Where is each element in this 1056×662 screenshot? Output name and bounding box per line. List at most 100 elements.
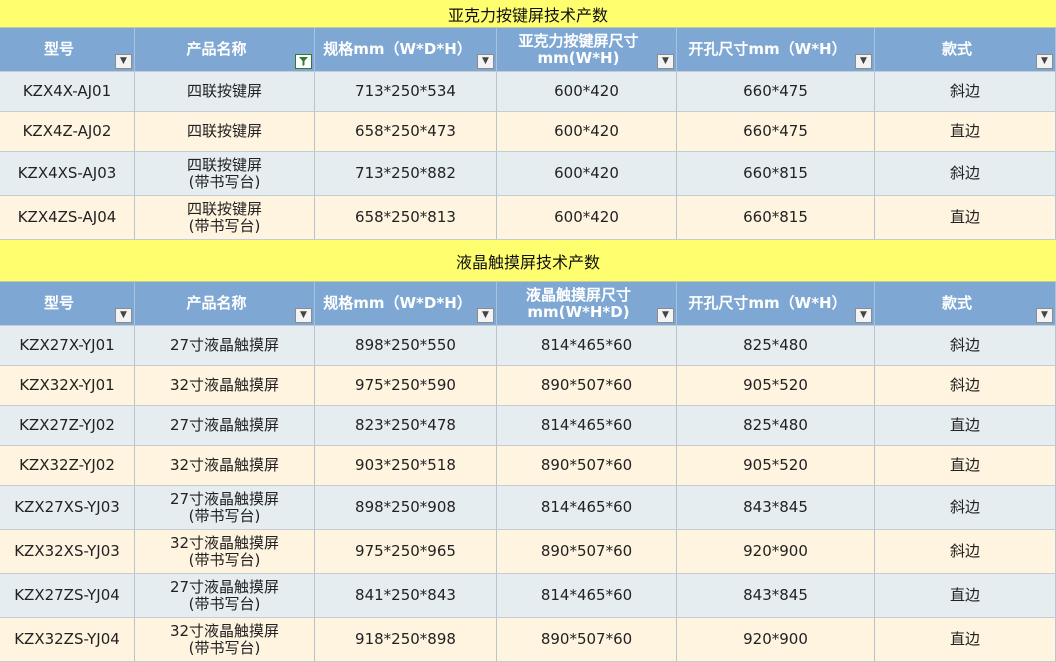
cell-style[interactable]: 斜边 [875, 326, 1056, 366]
filter-dropdown-icon[interactable]: ▼ [295, 308, 312, 323]
cell-spec[interactable]: 658*250*473 [315, 112, 497, 152]
cell-style[interactable]: 斜边 [875, 72, 1056, 112]
cell-style[interactable]: 直边 [875, 446, 1056, 486]
cell-product-name[interactable]: 27寸液晶触摸屏 [135, 326, 315, 366]
section-title-acrylic[interactable]: 亚克力按键屏技术产数 [0, 0, 1056, 28]
cell-model[interactable]: KZX4ZS-AJ04 [0, 196, 135, 240]
cell-style[interactable]: 斜边 [875, 152, 1056, 196]
cell-hole-size[interactable]: 843*845 [677, 486, 875, 530]
cell-spec[interactable]: 918*250*898 [315, 618, 497, 662]
cell-hole-size[interactable]: 905*520 [677, 446, 875, 486]
cell-model[interactable]: KZX4X-AJ01 [0, 72, 135, 112]
filter-dropdown-icon[interactable]: ▼ [855, 308, 872, 323]
cell-screen-size[interactable]: 814*465*60 [497, 574, 677, 618]
filter-dropdown-icon[interactable]: ▼ [1036, 308, 1053, 323]
cell-product-name[interactable]: 27寸液晶触摸屏 (带书写台) [135, 486, 315, 530]
header-style[interactable]: 款式 ▼ [875, 28, 1056, 72]
cell-style[interactable]: 直边 [875, 112, 1056, 152]
cell-style[interactable]: 直边 [875, 196, 1056, 240]
cell-model[interactable]: KZX32XS-YJ03 [0, 530, 135, 574]
filter-dropdown-icon[interactable]: ▼ [115, 54, 132, 69]
section-title-lcd[interactable]: 液晶触摸屏技术产数 [0, 240, 1056, 282]
cell-model[interactable]: KZX32X-YJ01 [0, 366, 135, 406]
cell-screen-size[interactable]: 600*420 [497, 196, 677, 240]
cell-screen-size[interactable]: 600*420 [497, 152, 677, 196]
header-spec[interactable]: 规格mm（W*D*H） ▼ [315, 282, 497, 326]
cell-screen-size[interactable]: 814*465*60 [497, 406, 677, 446]
cell-product-name[interactable]: 四联按键屏 (带书写台) [135, 152, 315, 196]
filter-dropdown-icon[interactable]: ▼ [657, 54, 674, 69]
cell-spec[interactable]: 903*250*518 [315, 446, 497, 486]
header-hole-size[interactable]: 开孔尺寸mm（W*H） ▼ [677, 282, 875, 326]
filter-dropdown-icon[interactable]: ▼ [1036, 54, 1053, 69]
header-screen-size[interactable]: 亚克力按键屏尺寸 mm(W*H) ▼ [497, 28, 677, 72]
cell-spec[interactable]: 975*250*590 [315, 366, 497, 406]
cell-hole-size[interactable]: 920*900 [677, 530, 875, 574]
filter-active-icon[interactable] [295, 54, 312, 69]
rows-acrylic: KZX4X-AJ01 四联按键屏 713*250*534 600*420 660*475… [0, 72, 1056, 240]
header-style[interactable]: 款式 ▼ [875, 282, 1056, 326]
cell-spec[interactable]: 823*250*478 [315, 406, 497, 446]
table-row: KZX27Z-YJ02 27寸液晶触摸屏 823*250*478 814*465*60… [0, 406, 1056, 446]
cell-style[interactable]: 直边 [875, 574, 1056, 618]
header-model[interactable]: 型号 ▼ [0, 282, 135, 326]
header-hole-size[interactable]: 开孔尺寸mm（W*H） ▼ [677, 28, 875, 72]
cell-model[interactable]: KZX4XS-AJ03 [0, 152, 135, 196]
cell-product-name[interactable]: 四联按键屏 [135, 112, 315, 152]
cell-hole-size[interactable]: 825*480 [677, 406, 875, 446]
cell-hole-size[interactable]: 905*520 [677, 366, 875, 406]
cell-style[interactable]: 斜边 [875, 366, 1056, 406]
cell-hole-size[interactable]: 660*475 [677, 72, 875, 112]
cell-screen-size[interactable]: 814*465*60 [497, 326, 677, 366]
cell-spec[interactable]: 975*250*965 [315, 530, 497, 574]
cell-product-name[interactable]: 四联按键屏 [135, 72, 315, 112]
cell-product-name[interactable]: 27寸液晶触摸屏 (带书写台) [135, 574, 315, 618]
cell-product-name[interactable]: 四联按键屏 (带书写台) [135, 196, 315, 240]
cell-spec[interactable]: 658*250*813 [315, 196, 497, 240]
filter-dropdown-icon[interactable]: ▼ [855, 54, 872, 69]
cell-spec[interactable]: 713*250*882 [315, 152, 497, 196]
cell-style[interactable]: 斜边 [875, 530, 1056, 574]
header-product-name[interactable]: 产品名称 ▼ [135, 282, 315, 326]
header-product-name[interactable]: 产品名称 [135, 28, 315, 72]
cell-screen-size[interactable]: 890*507*60 [497, 366, 677, 406]
cell-product-name[interactable]: 32寸液晶触摸屏 [135, 446, 315, 486]
cell-style[interactable]: 直边 [875, 406, 1056, 446]
cell-product-name[interactable]: 32寸液晶触摸屏 (带书写台) [135, 618, 315, 662]
cell-spec[interactable]: 713*250*534 [315, 72, 497, 112]
cell-screen-size[interactable]: 600*420 [497, 112, 677, 152]
header-model[interactable]: 型号 ▼ [0, 28, 135, 72]
cell-product-name[interactable]: 32寸液晶触摸屏 [135, 366, 315, 406]
filter-dropdown-icon[interactable]: ▼ [477, 308, 494, 323]
cell-spec[interactable]: 898*250*908 [315, 486, 497, 530]
cell-hole-size[interactable]: 920*900 [677, 618, 875, 662]
cell-hole-size[interactable]: 825*480 [677, 326, 875, 366]
cell-model[interactable]: KZX32Z-YJ02 [0, 446, 135, 486]
filter-dropdown-icon[interactable]: ▼ [115, 308, 132, 323]
filter-dropdown-icon[interactable]: ▼ [657, 308, 674, 323]
cell-screen-size[interactable]: 600*420 [497, 72, 677, 112]
cell-hole-size[interactable]: 660*475 [677, 112, 875, 152]
cell-screen-size[interactable]: 814*465*60 [497, 486, 677, 530]
cell-style[interactable]: 直边 [875, 618, 1056, 662]
cell-model[interactable]: KZX27X-YJ01 [0, 326, 135, 366]
cell-screen-size[interactable]: 890*507*60 [497, 618, 677, 662]
cell-screen-size[interactable]: 890*507*60 [497, 446, 677, 486]
cell-spec[interactable]: 841*250*843 [315, 574, 497, 618]
filter-dropdown-icon[interactable]: ▼ [477, 54, 494, 69]
cell-product-name[interactable]: 27寸液晶触摸屏 [135, 406, 315, 446]
cell-model[interactable]: KZX27XS-YJ03 [0, 486, 135, 530]
cell-screen-size[interactable]: 890*507*60 [497, 530, 677, 574]
cell-model[interactable]: KZX27ZS-YJ04 [0, 574, 135, 618]
cell-spec[interactable]: 898*250*550 [315, 326, 497, 366]
cell-model[interactable]: KZX4Z-AJ02 [0, 112, 135, 152]
cell-product-name[interactable]: 32寸液晶触摸屏 (带书写台) [135, 530, 315, 574]
cell-model[interactable]: KZX27Z-YJ02 [0, 406, 135, 446]
cell-hole-size[interactable]: 843*845 [677, 574, 875, 618]
cell-hole-size[interactable]: 660*815 [677, 152, 875, 196]
header-screen-size[interactable]: 液晶触摸屏尺寸 mm(W*H*D) ▼ [497, 282, 677, 326]
cell-style[interactable]: 斜边 [875, 486, 1056, 530]
header-spec[interactable]: 规格mm（W*D*H） ▼ [315, 28, 497, 72]
cell-hole-size[interactable]: 660*815 [677, 196, 875, 240]
cell-model[interactable]: KZX32ZS-YJ04 [0, 618, 135, 662]
